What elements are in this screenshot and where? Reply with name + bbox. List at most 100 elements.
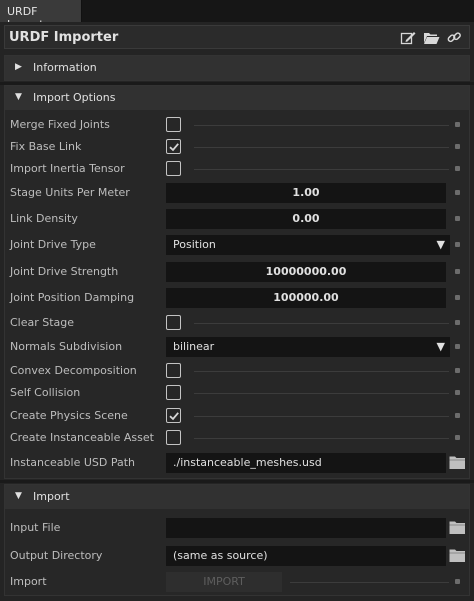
joint-position-damping-row: Joint Position Damping 100000.00 (5, 287, 471, 309)
window-title: URDF Importer (9, 30, 119, 45)
folder-icon[interactable] (449, 520, 466, 535)
joint-position-damping-field[interactable]: 100000.00 (166, 288, 446, 308)
row-separator (194, 438, 449, 439)
import-options-frame: ▼ Import Options Merge Fixed Joints Fix … (4, 85, 470, 479)
frame-divider (0, 480, 474, 483)
create-physics-scene-label: Create Physics Scene (10, 409, 128, 422)
reset-dot-icon[interactable] (455, 242, 460, 247)
create-instanceable-asset-checkbox[interactable] (166, 430, 181, 445)
folder-open-icon[interactable] (423, 30, 440, 46)
link-density-label: Link Density (10, 212, 78, 225)
reset-dot-icon[interactable] (455, 435, 460, 440)
triangle-down-icon: ▼ (15, 92, 22, 102)
dropdown-arrow-icon: ▼ (436, 238, 445, 251)
information-header[interactable]: ▶ Information (5, 56, 469, 80)
edit-icon[interactable] (400, 30, 417, 46)
row-separator (194, 169, 449, 170)
joint-drive-strength-label: Joint Drive Strength (10, 265, 119, 278)
joint-drive-type-value: Position (173, 238, 216, 251)
merge-fixed-joints-row: Merge Fixed Joints (5, 114, 471, 136)
clear-stage-checkbox[interactable] (166, 315, 181, 330)
tab-bar: URDF Importer (0, 0, 474, 31)
import-inertia-tensor-checkbox[interactable] (166, 161, 181, 176)
row-separator (194, 323, 449, 324)
convex-decomposition-checkbox[interactable] (166, 363, 181, 378)
import-label: Import (33, 490, 70, 503)
triangle-down-icon: ▼ (15, 491, 22, 501)
input-file-label: Input File (10, 521, 61, 534)
reset-dot-icon[interactable] (455, 144, 460, 149)
checkmark-icon (169, 143, 179, 152)
reset-dot-icon[interactable] (455, 190, 460, 195)
create-instanceable-asset-row: Create Instanceable Asset (5, 427, 471, 449)
joint-drive-strength-field[interactable]: 10000000.00 (166, 262, 446, 282)
link-density-field[interactable]: 0.00 (166, 209, 446, 229)
instanceable-usd-path-field[interactable]: ./instanceable_meshes.usd (166, 453, 446, 473)
row-separator (290, 582, 449, 583)
urdf-importer-panel: URDF Importer ▶ Information ▼ Import Opt… (0, 22, 474, 601)
stage-units-label: Stage Units Per Meter (10, 186, 130, 199)
self-collision-row: Self Collision (5, 382, 471, 404)
import-row-label: Import (10, 575, 47, 588)
joint-position-damping-label: Joint Position Damping (10, 291, 135, 304)
normals-subdivision-dropdown[interactable]: bilinear ▼ (166, 337, 450, 357)
import-inertia-tensor-row: Import Inertia Tensor (5, 158, 471, 180)
stage-units-field[interactable]: 1.00 (166, 183, 446, 203)
row-separator (194, 125, 449, 126)
input-file-row: Input File (5, 517, 471, 539)
joint-drive-strength-row: Joint Drive Strength 10000000.00 (5, 261, 471, 283)
reset-dot-icon[interactable] (455, 269, 460, 274)
row-separator (194, 147, 449, 148)
triangle-right-icon: ▶ (15, 62, 22, 72)
import-inertia-tensor-label: Import Inertia Tensor (10, 162, 125, 175)
reset-dot-icon[interactable] (455, 579, 460, 584)
output-directory-label: Output Directory (10, 549, 103, 562)
reset-dot-icon[interactable] (455, 390, 460, 395)
reset-dot-icon[interactable] (455, 413, 460, 418)
normals-subdivision-row: Normals Subdivision bilinear ▼ (5, 336, 471, 358)
import-options-header[interactable]: ▼ Import Options (5, 86, 469, 110)
import-header[interactable]: ▼ Import (5, 485, 469, 509)
fix-base-link-row: Fix Base Link (5, 136, 471, 158)
dropdown-arrow-icon: ▼ (436, 340, 445, 353)
link-icon[interactable] (446, 30, 463, 46)
window-title-bar: URDF Importer (4, 25, 470, 49)
input-file-field[interactable] (166, 518, 446, 538)
reset-dot-icon[interactable] (455, 295, 460, 300)
information-frame: ▶ Information (4, 55, 470, 81)
row-separator (194, 371, 449, 372)
self-collision-checkbox[interactable] (166, 385, 181, 400)
reset-dot-icon[interactable] (455, 166, 460, 171)
instanceable-usd-path-row: Instanceable USD Path ./instanceable_mes… (5, 452, 471, 474)
reset-dot-icon[interactable] (455, 320, 460, 325)
row-separator (194, 393, 449, 394)
normals-subdivision-label: Normals Subdivision (10, 340, 123, 353)
joint-drive-type-label: Joint Drive Type (10, 238, 96, 251)
merge-fixed-joints-checkbox[interactable] (166, 117, 181, 132)
joint-drive-type-row: Joint Drive Type Position ▼ (5, 234, 471, 256)
reset-dot-icon[interactable] (455, 368, 460, 373)
instanceable-usd-path-label: Instanceable USD Path (10, 456, 135, 469)
fix-base-link-label: Fix Base Link (10, 140, 82, 153)
import-frame: ▼ Import Input File Output Directory (sa… (4, 484, 470, 596)
folder-icon[interactable] (449, 455, 466, 470)
link-density-row: Link Density 0.00 (5, 208, 471, 230)
joint-drive-type-dropdown[interactable]: Position ▼ (166, 235, 450, 255)
fix-base-link-checkbox[interactable] (166, 139, 181, 154)
checkmark-icon (169, 412, 179, 421)
import-options-label: Import Options (33, 91, 116, 104)
create-physics-scene-row: Create Physics Scene (5, 405, 471, 427)
self-collision-label: Self Collision (10, 386, 81, 399)
tab-urdf-importer[interactable]: URDF Importer (0, 0, 82, 31)
create-physics-scene-checkbox[interactable] (166, 408, 181, 423)
reset-dot-icon[interactable] (455, 122, 460, 127)
output-directory-field[interactable]: (same as source) (166, 546, 446, 566)
reset-dot-icon[interactable] (455, 344, 460, 349)
import-button[interactable]: IMPORT (166, 572, 282, 592)
row-separator (194, 416, 449, 417)
reset-dot-icon[interactable] (455, 216, 460, 221)
import-row: Import IMPORT (5, 571, 471, 593)
folder-icon[interactable] (449, 548, 466, 563)
stage-units-row: Stage Units Per Meter 1.00 (5, 182, 471, 204)
clear-stage-row: Clear Stage (5, 312, 471, 334)
